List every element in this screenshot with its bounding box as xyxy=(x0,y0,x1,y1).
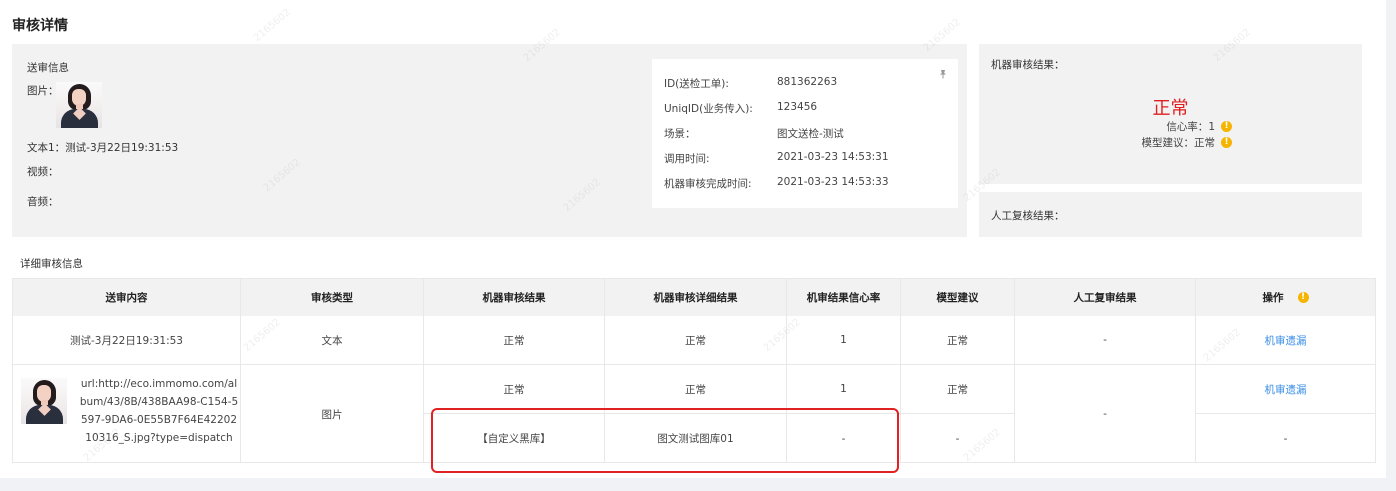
page-title: 审核详情 xyxy=(12,18,68,34)
ticket-key: UniqID(业务传入): xyxy=(664,103,753,115)
submitted-image-thumbnail[interactable] xyxy=(21,378,67,424)
ticket-info-card: ID(送检工单): 881362263 UniqID(业务传入): 123456… xyxy=(652,59,958,208)
detail-section-label: 详细审核信息 xyxy=(20,258,83,270)
ticket-value: 图文送检-测试 xyxy=(777,128,844,140)
column-header-action: 操作 ! xyxy=(1196,279,1375,316)
audit-detail-page: 审核详情 送审信息 图片： 文本1：测试-3月22日19:31:53 视频： 音… xyxy=(0,0,1386,478)
table-cell-human-result: - xyxy=(1015,316,1196,365)
ticket-value: 123456 xyxy=(777,101,818,113)
table-cell-human-result: - xyxy=(1015,365,1196,463)
table-cell-suggestion: 正常 xyxy=(901,316,1015,365)
machine-miss-link[interactable]: 机审遗漏 xyxy=(1196,365,1375,414)
column-header: 送审内容 xyxy=(13,279,241,316)
ticket-key: 调用时间: xyxy=(664,153,710,165)
table-cell-suggestion: - xyxy=(901,414,1015,463)
submit-info-heading: 送审信息 xyxy=(27,62,69,74)
confidence-line: 信心率： 1 ! xyxy=(1166,119,1232,134)
human-review-panel: 人工复核结果： xyxy=(979,192,1362,237)
text-value: 测试-3月22日19:31:53 xyxy=(65,142,179,154)
table-cell-action: - xyxy=(1283,432,1288,445)
table-cell-machine-detail: 正常 xyxy=(605,316,787,365)
column-header: 机器审核结果 xyxy=(424,279,605,316)
table-cell-confidence: 1 xyxy=(787,365,901,414)
ticket-value: 881362263 xyxy=(777,76,838,88)
submitted-image-thumbnail[interactable] xyxy=(56,82,102,128)
image-url-text: url:http://eco.immomo.com/album/43/8B/43… xyxy=(79,378,239,444)
confidence-value: 1 xyxy=(1208,120,1215,133)
machine-review-result: 正常 xyxy=(1152,98,1189,119)
action-header-label: 操作 xyxy=(1262,292,1284,304)
column-header: 人工复审结果 xyxy=(1015,279,1196,316)
machine-miss-link[interactable]: 机审遗漏 xyxy=(1196,316,1375,365)
suggestion-label: 模型建议： xyxy=(1141,137,1195,149)
video-label: 视频： xyxy=(27,166,59,178)
ticket-key: ID(送检工单): xyxy=(664,78,729,90)
ticket-value: 2021-03-23 14:53:31 xyxy=(777,151,889,163)
column-header: 审核类型 xyxy=(241,279,424,316)
table-cell-type: 文本 xyxy=(241,316,424,365)
table-cell-type: 图片 xyxy=(241,365,424,463)
ticket-value: 2021-03-23 14:53:33 xyxy=(777,176,889,188)
table-cell-confidence: 1 xyxy=(787,316,901,365)
highlight-annotation-box xyxy=(431,408,899,473)
warning-icon[interactable]: ! xyxy=(1297,292,1309,303)
table-cell-content-image: url:http://eco.immomo.com/album/43/8B/43… xyxy=(13,365,241,463)
warning-icon[interactable]: ! xyxy=(1221,121,1232,132)
suggestion-value: 正常 xyxy=(1194,137,1215,149)
suggestion-line: 模型建议： 正常 ! xyxy=(1141,135,1232,150)
machine-review-panel: 机器审核结果： 正常 信心率： 1 ! 模型建议： 正常 ! xyxy=(979,44,1362,184)
column-header: 机器审核详细结果 xyxy=(605,279,787,316)
human-review-heading: 人工复核结果： xyxy=(991,210,1065,222)
pin-icon[interactable] xyxy=(938,69,948,79)
audio-label: 音频： xyxy=(27,196,59,208)
table-cell-content: 测试-3月22日19:31:53 xyxy=(13,316,241,365)
table-cell-machine-result: 正常 xyxy=(424,316,605,365)
text-label: 文本1： xyxy=(27,142,66,154)
text-field-row: 文本1：测试-3月22日19:31:53 xyxy=(27,140,178,155)
column-header: 机审结果信心率 xyxy=(787,279,901,316)
table-cell-machine-detail: 正常 xyxy=(605,365,787,414)
confidence-label: 信心率： xyxy=(1166,121,1209,133)
machine-review-heading: 机器审核结果： xyxy=(991,59,1065,71)
image-label: 图片： xyxy=(27,85,59,97)
warning-icon[interactable]: ! xyxy=(1221,137,1232,148)
column-header: 模型建议 xyxy=(901,279,1015,316)
table-cell-machine-result: 正常 xyxy=(424,365,605,414)
ticket-key: 场景： xyxy=(664,128,696,140)
table-cell-suggestion: 正常 xyxy=(901,365,1015,414)
ticket-key: 机器审核完成时间: xyxy=(664,178,752,190)
